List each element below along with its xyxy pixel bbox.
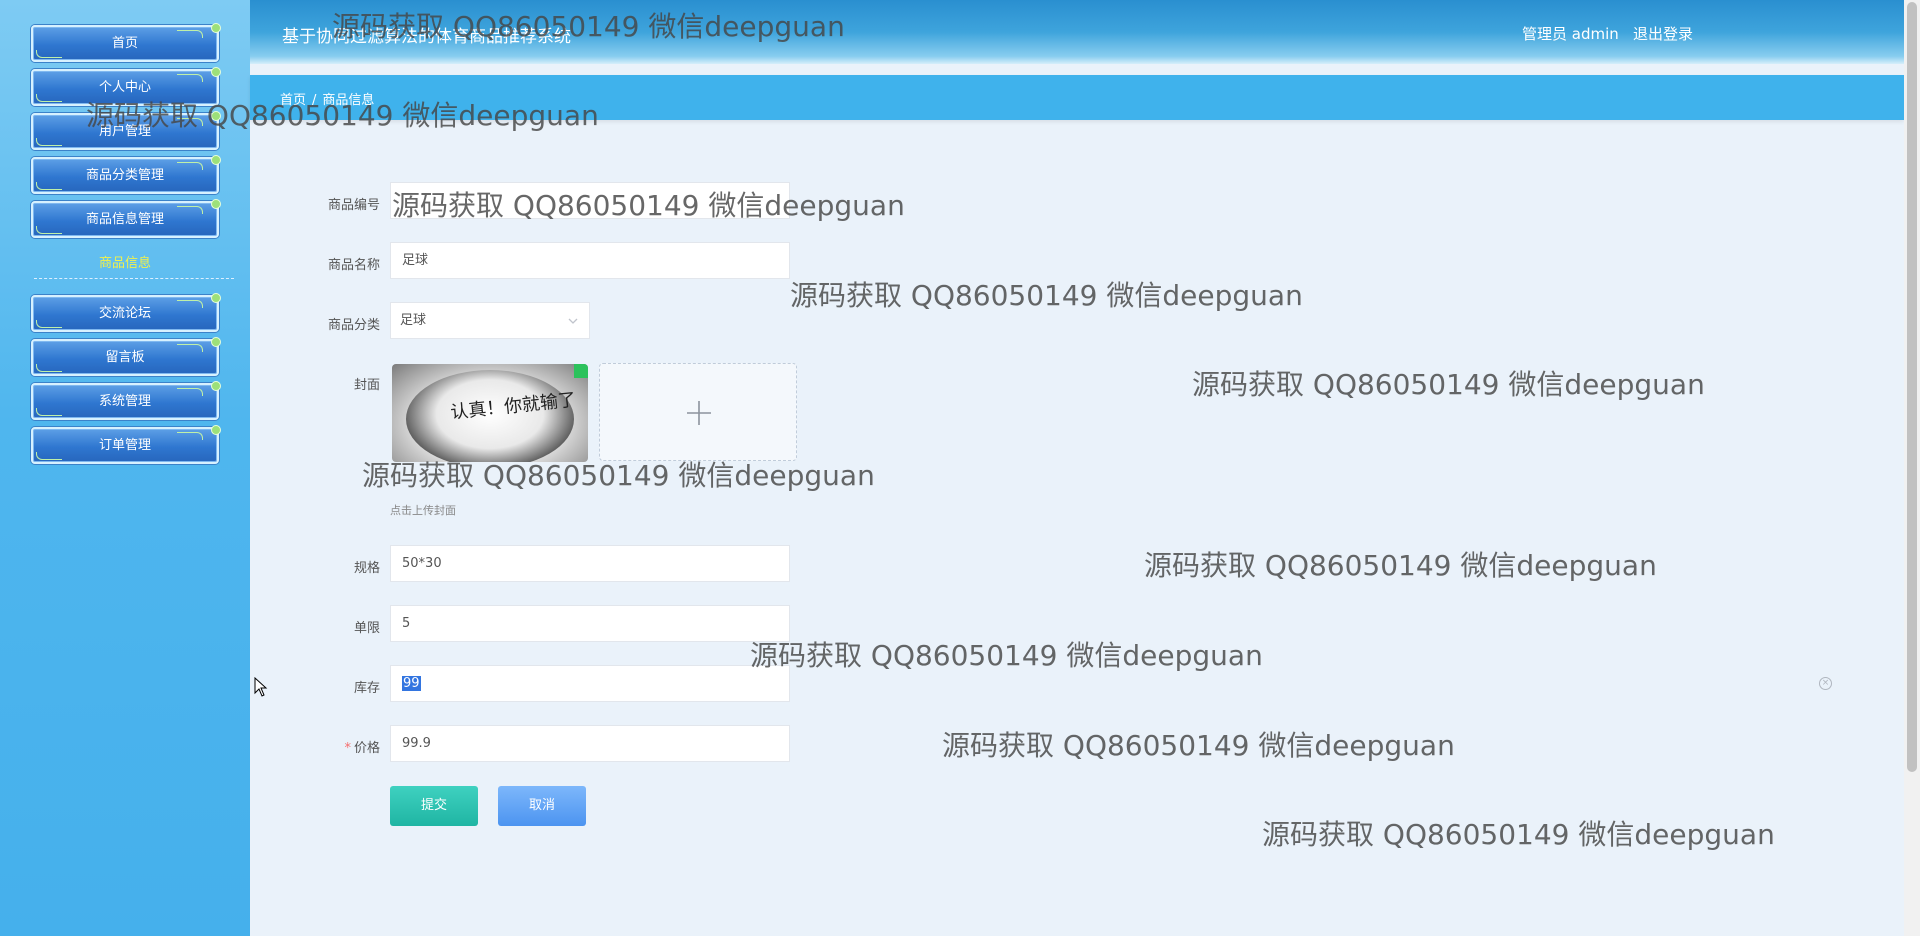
chevron-down-icon [567, 303, 579, 338]
sidebar-item-label: 商品分类管理 [85, 168, 164, 183]
sidebar-item-message-board[interactable]: 留言板 [31, 337, 221, 376]
price-input[interactable]: 99.9 [390, 725, 790, 762]
decoration [177, 432, 203, 440]
sidebar-item-category-management[interactable]: 商品分类管理 [31, 155, 221, 194]
indicator-dot-icon [211, 67, 221, 77]
plus-icon [600, 364, 796, 460]
breadcrumb-separator: / [312, 93, 317, 108]
submit-button[interactable]: 提交 [390, 786, 478, 826]
cover-image[interactable]: 认真！你就输了 [392, 364, 588, 462]
stock-input[interactable]: 99 [390, 665, 790, 702]
limit-input[interactable]: 5 [390, 605, 790, 642]
cancel-button[interactable]: 取消 [498, 786, 586, 826]
submenu-item-product-info[interactable]: 商品信息 [31, 252, 219, 271]
required-mark: * [344, 741, 351, 756]
decoration [36, 50, 62, 58]
decoration [36, 408, 62, 416]
product-name-label: 商品名称 [327, 258, 380, 273]
decoration [36, 94, 62, 102]
watermark: 源码获取 QQ86050149 微信deepguan [1144, 549, 1657, 582]
stock-input-value: 99 [402, 676, 421, 691]
sidebar-item-label: 用户管理 [98, 124, 151, 139]
watermark: 源码获取 QQ86050149 微信deepguan [1262, 818, 1775, 851]
indicator-dot-icon [211, 155, 221, 165]
decoration [574, 364, 588, 378]
product-no-label: 商品编号 [327, 198, 380, 213]
breadcrumb: 首页 / 商品信息 [280, 89, 374, 108]
decoration [36, 182, 62, 190]
breadcrumb-bar: 首页 / 商品信息 [250, 75, 1904, 120]
sidebar-item-label: 交流论坛 [98, 306, 151, 321]
watermark: 源码获取 QQ86050149 微信deepguan [790, 279, 1303, 312]
decoration [177, 118, 203, 126]
sidebar: 首页 个人中心 用户管理 商品分类管理 商品信息管理 商品信息 交流论坛 留言板 [0, 0, 250, 936]
sidebar-item-user-management[interactable]: 用户管理 [31, 111, 221, 150]
sidebar-item-label: 首页 [111, 36, 138, 51]
decoration [177, 300, 203, 308]
upload-tip: 点击上传封面 [390, 504, 456, 517]
spec-label: 规格 [353, 561, 380, 576]
sidebar-item-label: 留言板 [105, 350, 145, 365]
scrollbar-thumb[interactable] [1907, 2, 1917, 772]
indicator-dot-icon [211, 293, 221, 303]
app-title: 基于协同过滤算法的体育商品推荐系统 [282, 27, 571, 47]
mouse-cursor-icon [254, 676, 268, 697]
divider [34, 278, 234, 279]
indicator-dot-icon [211, 381, 221, 391]
decoration [177, 30, 203, 38]
decoration [36, 226, 62, 234]
upload-button[interactable] [599, 363, 797, 461]
breadcrumb-current: 商品信息 [322, 93, 375, 108]
watermark: 源码获取 QQ86050149 微信deepguan [750, 639, 1263, 672]
decoration [177, 344, 203, 352]
sidebar-item-order-management[interactable]: 订单管理 [31, 425, 221, 464]
breadcrumb-home[interactable]: 首页 [280, 93, 306, 108]
product-name-input[interactable]: 足球 [390, 242, 790, 279]
category-select[interactable]: 足球 [390, 302, 590, 339]
spec-input[interactable]: 50*30 [390, 545, 790, 582]
watermark: 源码获取 QQ86050149 微信deepguan [942, 729, 1455, 762]
cover-label: 封面 [353, 378, 380, 393]
user-info: 管理员 admin [1522, 25, 1619, 43]
logout-link[interactable]: 退出登录 [1633, 23, 1693, 44]
watermark: 源码获取 QQ86050149 微信deepguan [1192, 368, 1705, 401]
sidebar-item-home[interactable]: 首页 [31, 23, 221, 62]
sidebar-item-product-management[interactable]: 商品信息管理 [31, 199, 221, 238]
sidebar-item-label: 订单管理 [98, 438, 151, 453]
decoration [177, 162, 203, 170]
category-label: 商品分类 [327, 318, 380, 333]
indicator-dot-icon [211, 111, 221, 121]
decoration [177, 74, 203, 82]
decoration [36, 364, 62, 372]
indicator-dot-icon [211, 337, 221, 347]
product-no-input[interactable] [390, 182, 790, 219]
decoration [36, 320, 62, 328]
top-header: 基于协同过滤算法的体育商品推荐系统 管理员 admin 退出登录 [250, 0, 1904, 64]
sidebar-item-forum[interactable]: 交流论坛 [31, 293, 221, 332]
stock-label: 库存 [353, 681, 380, 696]
decoration [36, 138, 62, 146]
category-select-value: 足球 [400, 313, 427, 328]
sidebar-item-system-management[interactable]: 系统管理 [31, 381, 221, 420]
close-circle-icon[interactable]: × [1819, 677, 1832, 690]
decoration [177, 388, 203, 396]
limit-label: 单限 [353, 621, 380, 636]
price-label-text: 价格 [353, 741, 380, 756]
sidebar-item-label: 个人中心 [98, 80, 151, 95]
decoration [36, 452, 62, 460]
sidebar-item-label: 商品信息管理 [85, 212, 164, 227]
sidebar-item-label: 系统管理 [98, 394, 151, 409]
price-label: * 价格 [260, 737, 380, 756]
decoration [177, 206, 203, 214]
indicator-dot-icon [211, 199, 221, 209]
indicator-dot-icon [211, 425, 221, 435]
sidebar-item-personal-center[interactable]: 个人中心 [31, 67, 221, 106]
indicator-dot-icon [211, 23, 221, 33]
